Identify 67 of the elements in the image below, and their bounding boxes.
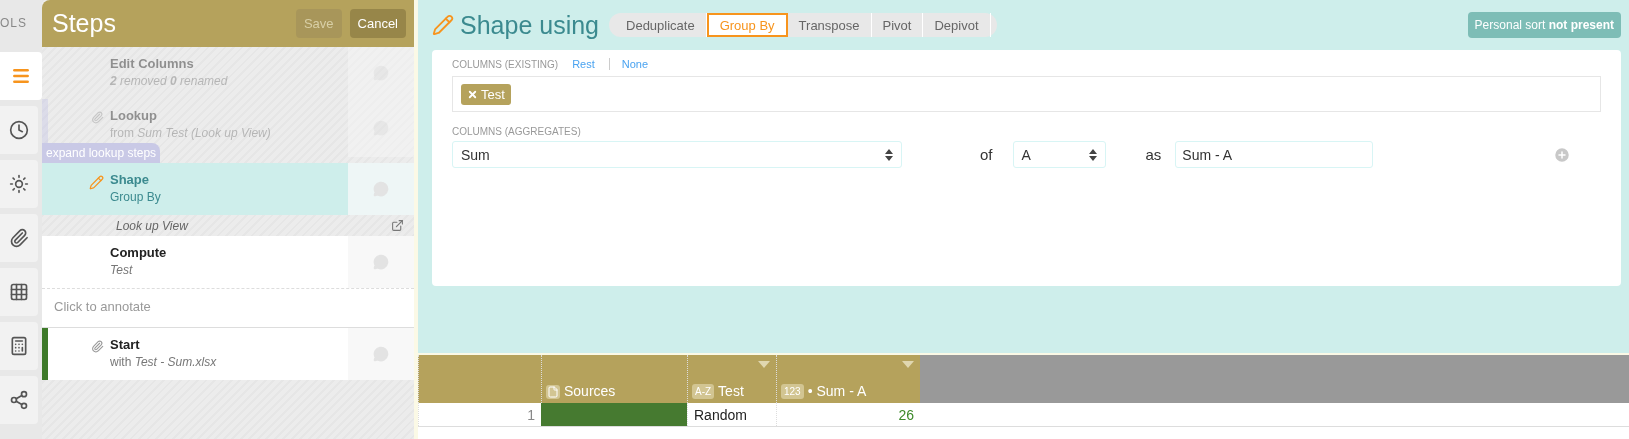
step-subtitle: Group By bbox=[110, 190, 162, 204]
columns-field[interactable]: Test bbox=[452, 76, 1601, 112]
type-tag: A-Z bbox=[692, 384, 715, 399]
file-icon bbox=[546, 385, 560, 399]
column-select[interactable]: A bbox=[1012, 141, 1106, 168]
grid-icon bbox=[9, 282, 29, 302]
step-item[interactable]: Start with Test - Sum.xlsx bbox=[42, 328, 414, 380]
step-title: Edit Columns bbox=[110, 56, 195, 71]
sidebar-tool[interactable] bbox=[0, 322, 38, 370]
tab[interactable]: Group By bbox=[706, 13, 788, 37]
as-label: as bbox=[1145, 146, 1162, 163]
column-label: Sources bbox=[564, 383, 616, 399]
pencil-icon bbox=[432, 14, 454, 36]
step-subtitle: Test bbox=[110, 263, 134, 277]
sidebar-tool[interactable] bbox=[0, 268, 38, 316]
panel-title: Steps bbox=[52, 9, 117, 38]
column-label: • Sum - A bbox=[807, 383, 867, 399]
column-label: Test bbox=[718, 383, 744, 399]
tab[interactable]: Depivot bbox=[923, 13, 991, 37]
step-item[interactable]: Shape Group By bbox=[42, 163, 414, 215]
step-item[interactable]: Compute Test bbox=[42, 236, 414, 288]
cancel-button[interactable]: Cancel bbox=[349, 9, 406, 38]
clock-icon bbox=[9, 120, 29, 140]
table-cell: 26 bbox=[776, 403, 920, 426]
sun-icon bbox=[9, 174, 29, 194]
table-cell: Random bbox=[687, 403, 776, 426]
link[interactable]: Rest bbox=[572, 58, 595, 70]
editor-title: Shape using bbox=[460, 10, 599, 40]
step-title: Shape bbox=[110, 172, 150, 187]
function-select[interactable]: Sum bbox=[452, 141, 902, 168]
pencil-icon bbox=[89, 175, 104, 190]
column-header[interactable]: A-Z Test bbox=[687, 355, 776, 403]
step-title: Start bbox=[110, 337, 141, 352]
column-chip[interactable]: Test bbox=[461, 83, 511, 105]
sort-badge: Personal sort not present bbox=[1467, 12, 1621, 38]
calculator-icon bbox=[9, 336, 29, 356]
add-icon[interactable] bbox=[1553, 145, 1572, 164]
tab[interactable]: Deduplicate bbox=[615, 13, 707, 37]
step-title: Lookup bbox=[110, 108, 158, 123]
link[interactable]: None bbox=[608, 58, 649, 70]
column-header[interactable]: 123 • Sum - A bbox=[776, 355, 920, 403]
of-label: of bbox=[980, 146, 993, 163]
remove-icon[interactable] bbox=[467, 88, 478, 100]
tab[interactable]: Transpose bbox=[787, 13, 872, 37]
sidebar-tool[interactable] bbox=[0, 376, 38, 424]
annotate-field[interactable]: Click to annotate bbox=[42, 288, 414, 328]
column-header[interactable]: Sources bbox=[541, 355, 687, 403]
clip-icon bbox=[9, 228, 29, 248]
sidebar-tool[interactable] bbox=[0, 160, 38, 208]
band-label: Look up View bbox=[116, 218, 188, 233]
paperclip-icon bbox=[91, 111, 104, 124]
sort-arrows-icon bbox=[1088, 148, 1097, 161]
field-label: COLUMNS (AGGREGATES) bbox=[452, 126, 581, 137]
name-input[interactable]: Sum - A bbox=[1175, 141, 1374, 168]
sidebar-tool[interactable] bbox=[0, 106, 38, 154]
field-label: COLUMNS (EXISTING) bbox=[452, 58, 559, 70]
step-title: Compute bbox=[110, 245, 168, 260]
share-icon bbox=[9, 390, 29, 410]
paperclip-icon bbox=[91, 340, 104, 353]
rail-title: OLS bbox=[0, 15, 28, 32]
sidebar-tool[interactable] bbox=[0, 214, 38, 262]
type-tag: 123 bbox=[781, 384, 804, 399]
external-link-icon[interactable] bbox=[391, 219, 404, 232]
tab[interactable]: Pivot bbox=[871, 13, 924, 37]
step-subtitle: with Test - Sum.xlsx bbox=[110, 355, 218, 369]
sort-arrows-icon bbox=[885, 148, 893, 161]
menu-icon bbox=[11, 66, 31, 86]
